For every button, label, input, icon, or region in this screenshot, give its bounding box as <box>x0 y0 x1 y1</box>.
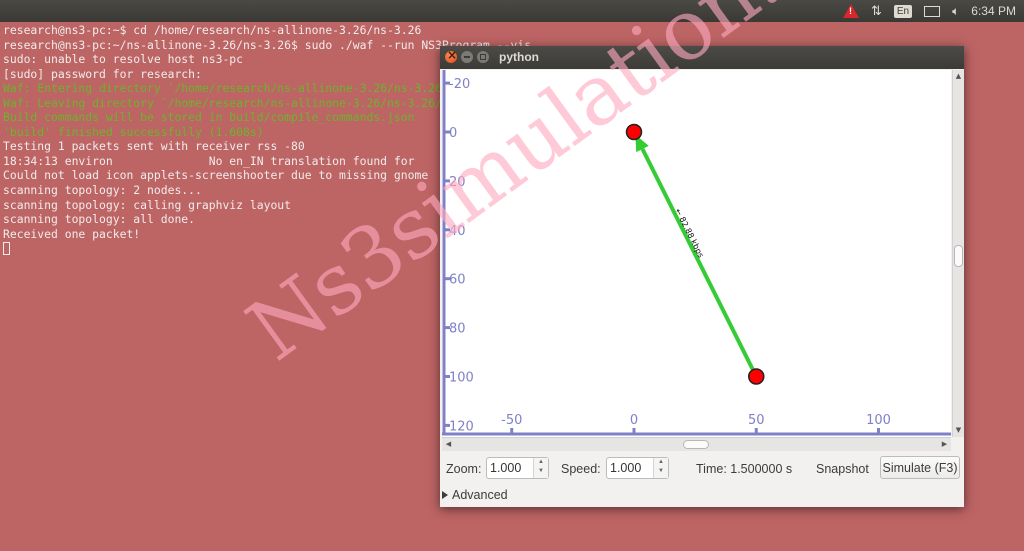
system-tray: ⇅ En 🔈︎ 6:34 PM <box>842 0 1024 22</box>
y-axis-tick-label: -20 <box>449 77 470 92</box>
scroll-up-icon[interactable]: ▲ <box>954 72 963 81</box>
vertical-scroll-thumb[interactable] <box>954 245 963 267</box>
zoom-input[interactable] <box>490 460 534 476</box>
close-icon[interactable] <box>445 48 457 63</box>
scroll-down-icon[interactable]: ▼ <box>954 426 963 435</box>
minimize-icon[interactable] <box>461 51 473 63</box>
scroll-right-icon[interactable]: ▶ <box>940 439 949 450</box>
simulation-time: Time: 1.500000 s <box>696 462 793 476</box>
horizontal-scrollbar[interactable]: ◀ ▶ <box>442 437 951 451</box>
terminal-cursor <box>3 242 10 256</box>
vertical-scrollbar[interactable]: ▲ ▼ <box>952 70 964 437</box>
network-arrows-icon[interactable]: ⇅ <box>871 3 882 19</box>
terminal-line: research@ns3-pc:~$ cd /home/research/ns-… <box>3 23 422 37</box>
horizontal-scroll-thumb[interactable] <box>683 440 709 449</box>
x-axis-tick-label: 50 <box>748 413 765 428</box>
snapshot-button[interactable]: Snapshot <box>816 462 869 476</box>
node-1 <box>748 368 765 385</box>
simulation-controls: Zoom: ▲▼ Speed: ▲▼ Time: 1.500000 s Snap… <box>440 456 964 482</box>
expander-arrow-icon <box>442 491 448 499</box>
topology-canvas[interactable]: -20 0 20 40 60 80 100 120 -50 0 50 100 ← 82.88 kbps <box>442 70 951 437</box>
zoom-spinner[interactable]: ▲▼ <box>486 457 549 479</box>
speed-input[interactable] <box>610 460 654 476</box>
zoom-label: Zoom: <box>446 462 482 476</box>
y-axis-tick-label: 100 <box>449 371 474 386</box>
x-axis-tick-label: 0 <box>630 413 638 428</box>
y-axis-tick-label: 40 <box>449 224 466 239</box>
link-throughput-label: ← 82.88 kbps <box>673 207 705 259</box>
zoom-stepper-buttons[interactable]: ▲ ▼ <box>533 458 548 478</box>
y-axis-tick-label: 60 <box>449 273 466 288</box>
speed-spinner[interactable]: ▲▼ <box>606 457 669 479</box>
node-0 <box>625 123 643 141</box>
warning-icon[interactable] <box>842 4 859 18</box>
x-axis-tick-label: 100 <box>866 413 891 428</box>
scroll-left-icon[interactable]: ◀ <box>444 439 453 450</box>
speed-label: Speed: <box>561 462 601 476</box>
window-titlebar[interactable]: python <box>440 46 964 69</box>
clock[interactable]: 6:34 PM <box>971 4 1016 18</box>
keyboard-layout-indicator[interactable]: En <box>893 4 913 18</box>
x-axis-tick-label: -50 <box>501 413 522 428</box>
window-title: python <box>499 50 539 64</box>
speed-stepper-buttons[interactable]: ▲ ▼ <box>653 458 668 478</box>
simulate-button[interactable]: Simulate (F3) <box>880 456 960 479</box>
link-line <box>640 148 759 378</box>
maximize-icon[interactable] <box>477 51 489 63</box>
topology-svg: -20 0 20 40 60 80 100 120 -50 0 50 100 ← 82.88 kbps <box>442 70 951 436</box>
y-axis-tick-label: 120 <box>449 419 474 434</box>
volume-icon[interactable]: 🔈︎ <box>952 4 959 19</box>
y-axis-tick-label: 80 <box>449 322 466 337</box>
y-axis-tick-label: 0 <box>449 126 457 141</box>
mail-icon[interactable] <box>924 5 941 17</box>
advanced-expander[interactable]: Advanced <box>442 488 508 502</box>
y-axis-tick-label: 20 <box>449 175 466 190</box>
advanced-label: Advanced <box>452 488 508 502</box>
top-panel: ⇅ En 🔈︎ 6:34 PM <box>0 0 1024 22</box>
visualizer-window: python -20 0 20 40 60 80 100 120 -50 0 50 100 ← 82.8… <box>440 46 964 507</box>
